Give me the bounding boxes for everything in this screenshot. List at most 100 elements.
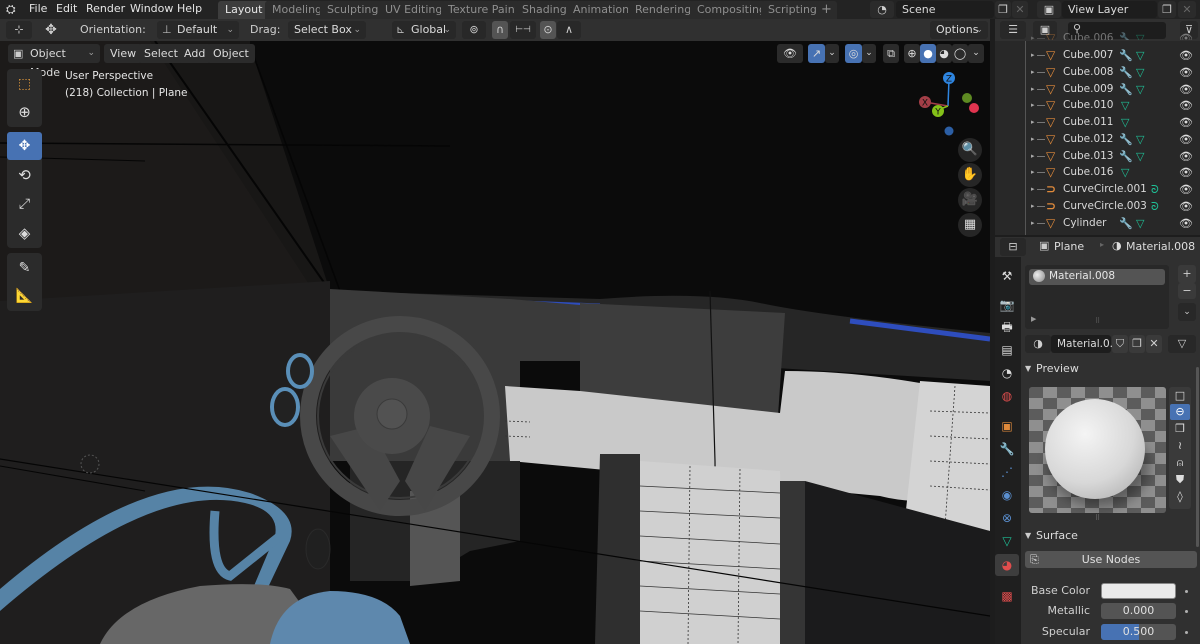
measure-tool-icon[interactable]: 📐: [7, 282, 42, 310]
tab-texture-paint[interactable]: Texture Paint: [441, 1, 526, 19]
falloff-curve-icon[interactable]: ∧: [557, 21, 581, 39]
scale-tool-icon[interactable]: ⤢: [7, 190, 42, 218]
tab-physics-icon[interactable]: ◉: [995, 484, 1019, 506]
fake-user-shield-icon[interactable]: ⛉: [1112, 335, 1128, 353]
menu-help[interactable]: Help: [177, 1, 202, 18]
scene-selector-icon[interactable]: ◔: [870, 1, 894, 18]
outliner-item-name[interactable]: Cube.009: [1063, 81, 1114, 98]
preview-plane-icon[interactable]: □: [1171, 388, 1189, 404]
outliner-row[interactable]: ▸ ⊃ CurveCircle.003 ᘐ 👁: [995, 198, 1200, 215]
visibility-eye-icon[interactable]: 👁: [1179, 198, 1193, 215]
outliner-item-name[interactable]: Cube.007: [1063, 47, 1114, 64]
preview-fluid-icon[interactable]: ◊: [1171, 489, 1189, 505]
preview-cube-icon[interactable]: ❒: [1171, 421, 1189, 437]
preview-panel-header[interactable]: ▼ Preview: [1021, 358, 1200, 380]
material-name-field[interactable]: Material.0..: [1051, 335, 1116, 353]
preview-sphere-icon[interactable]: ⊖: [1170, 404, 1190, 420]
outliner-item-name[interactable]: CurveCircle.003: [1063, 198, 1147, 215]
zoom-view-icon[interactable]: 🔍: [958, 138, 982, 162]
outliner-row[interactable]: ▸ ▽ Cube.010 ▽ 👁: [995, 97, 1200, 114]
menu-render[interactable]: Render: [86, 1, 125, 18]
modifier-wrench-icon[interactable]: 🔧: [1119, 131, 1133, 148]
xray-toggle-icon[interactable]: ⧉: [883, 44, 899, 63]
outliner-row[interactable]: ▸ ▽ Cube.013 🔧 ▽ 👁: [995, 148, 1200, 165]
tab-object-icon[interactable]: ▣: [995, 415, 1019, 437]
modifier-wrench-icon[interactable]: 🔧: [1119, 30, 1133, 40]
visibility-eye-icon[interactable]: 👁: [1179, 181, 1193, 198]
base-color-swatch[interactable]: [1101, 583, 1176, 599]
tab-animation[interactable]: Animation: [566, 1, 637, 19]
mesh-data-icon[interactable]: ▽: [1136, 148, 1144, 165]
curve-data-icon[interactable]: ᘐ: [1151, 181, 1159, 198]
modifier-wrench-icon[interactable]: 🔧: [1119, 81, 1133, 98]
visibility-eye-icon[interactable]: 👁: [1179, 47, 1193, 64]
tab-world-icon[interactable]: ◍: [995, 385, 1019, 407]
outliner-item-name[interactable]: Cube.012: [1063, 131, 1114, 148]
delete-scene-icon[interactable]: ✕: [1012, 1, 1028, 18]
viewport-menu-view[interactable]: View: [104, 44, 143, 63]
preview-resize-handle-icon[interactable]: ⠿: [1095, 514, 1100, 522]
outliner-item-name[interactable]: Cube.006: [1063, 30, 1114, 40]
options-dropdown[interactable]: Options ⌄: [930, 21, 988, 39]
tab-layout[interactable]: Layout: [218, 1, 270, 19]
outliner-item-name[interactable]: Cube.013: [1063, 148, 1114, 165]
add-workspace-button[interactable]: +: [816, 1, 837, 19]
tab-material-icon[interactable]: ◕: [995, 554, 1019, 576]
tab-tool-icon[interactable]: ⚒: [995, 265, 1019, 287]
outliner-row[interactable]: ▸ ▽ Cube.008 🔧 ▽ 👁: [995, 64, 1200, 81]
new-scene-icon[interactable]: ❐: [995, 1, 1011, 18]
pan-view-hand-icon[interactable]: ✋: [958, 163, 982, 187]
outliner-row[interactable]: ▸ ▽ Cube.007 🔧 ▽ 👁: [995, 47, 1200, 64]
tab-shading[interactable]: Shading: [515, 1, 574, 19]
expand-arrow-icon[interactable]: ▸: [1031, 47, 1035, 64]
visibility-icon[interactable]: 👁: [777, 44, 803, 63]
expand-arrow-icon[interactable]: ▸: [1031, 131, 1035, 148]
visibility-eye-icon[interactable]: 👁: [1179, 114, 1193, 131]
transform-orientation-dropdown[interactable]: ⊾ Global ⌄: [392, 21, 456, 39]
shading-solid-icon[interactable]: ●: [920, 44, 936, 63]
tab-view-layer-icon[interactable]: ▤: [995, 339, 1019, 361]
tab-output-icon[interactable]: 🖶: [995, 316, 1019, 338]
new-view-layer-icon[interactable]: ❐: [1158, 1, 1176, 18]
tab-constraints-icon[interactable]: ⊗: [995, 507, 1019, 529]
cursor-tool-icon[interactable]: ⊕: [7, 98, 42, 126]
outliner-item-name[interactable]: Cube.011: [1063, 114, 1114, 131]
mesh-data-icon[interactable]: ▽: [1136, 131, 1144, 148]
outliner-row[interactable]: ▸ ▽ Cylinder 🔧 ▽ 👁: [995, 215, 1200, 232]
visibility-eye-icon[interactable]: 👁: [1179, 215, 1193, 232]
editor-type-icon[interactable]: ⊟: [1000, 238, 1026, 256]
material-slot-item[interactable]: Material.008: [1029, 269, 1165, 285]
preview-hair-icon[interactable]: ≀: [1171, 438, 1189, 454]
preview-cloth-icon[interactable]: ⛊: [1171, 472, 1189, 488]
mesh-data-icon[interactable]: ▽: [1136, 30, 1144, 40]
browse-material-icon[interactable]: ◑: [1025, 335, 1051, 353]
expand-arrow-icon[interactable]: ▸: [1031, 181, 1035, 198]
outliner-row[interactable]: ▸ ⊃ CurveCircle.001 ᘐ 👁: [995, 181, 1200, 198]
3d-viewport[interactable]: ▣ Object Mode ⌄ View Select Add Object 👁…: [0, 41, 990, 644]
menu-file[interactable]: File: [29, 1, 47, 18]
chevron-down-icon[interactable]: ⌄: [968, 44, 984, 63]
expand-arrow-icon[interactable]: ▸: [1031, 198, 1035, 215]
annotate-tool-icon[interactable]: ✎: [7, 254, 42, 282]
orientation-dropdown[interactable]: ⊥ Default ⌄: [157, 21, 239, 39]
expand-arrow-icon[interactable]: ▸: [1031, 114, 1035, 131]
outliner-row[interactable]: ▸ ▽ Cube.011 ▽ 👁: [995, 114, 1200, 131]
shading-material-icon[interactable]: ◕: [936, 44, 952, 63]
outliner-row[interactable]: ▸ ▽ Cube.009 🔧 ▽ 👁: [995, 81, 1200, 98]
visibility-eye-icon[interactable]: 👁: [1179, 97, 1193, 114]
expand-arrow-icon[interactable]: ▸: [1031, 81, 1035, 98]
use-nodes-button[interactable]: ⎘ Use Nodes: [1025, 551, 1197, 568]
outliner-row[interactable]: ▸ ▽ Cube.006 🔧 ▽ 👁: [995, 30, 1200, 40]
chevron-down-icon[interactable]: ⌄: [825, 44, 839, 63]
visibility-eye-icon[interactable]: 👁: [1179, 64, 1193, 81]
pivot-point-icon[interactable]: ⊚: [462, 21, 486, 39]
expand-arrow-icon[interactable]: ▸: [1031, 148, 1035, 165]
visibility-eye-icon[interactable]: 👁: [1179, 30, 1193, 40]
shading-rendered-icon[interactable]: ◯: [952, 44, 968, 63]
expand-arrow-icon[interactable]: ▸: [1031, 30, 1035, 40]
transform-tool-icon[interactable]: ◈: [7, 219, 42, 247]
outliner-item-name[interactable]: Cube.016: [1063, 164, 1114, 181]
mesh-data-icon[interactable]: ▽: [1136, 81, 1144, 98]
resize-handle-icon[interactable]: ⠿: [1095, 317, 1100, 325]
viewport-menu-object[interactable]: Object: [207, 44, 255, 63]
